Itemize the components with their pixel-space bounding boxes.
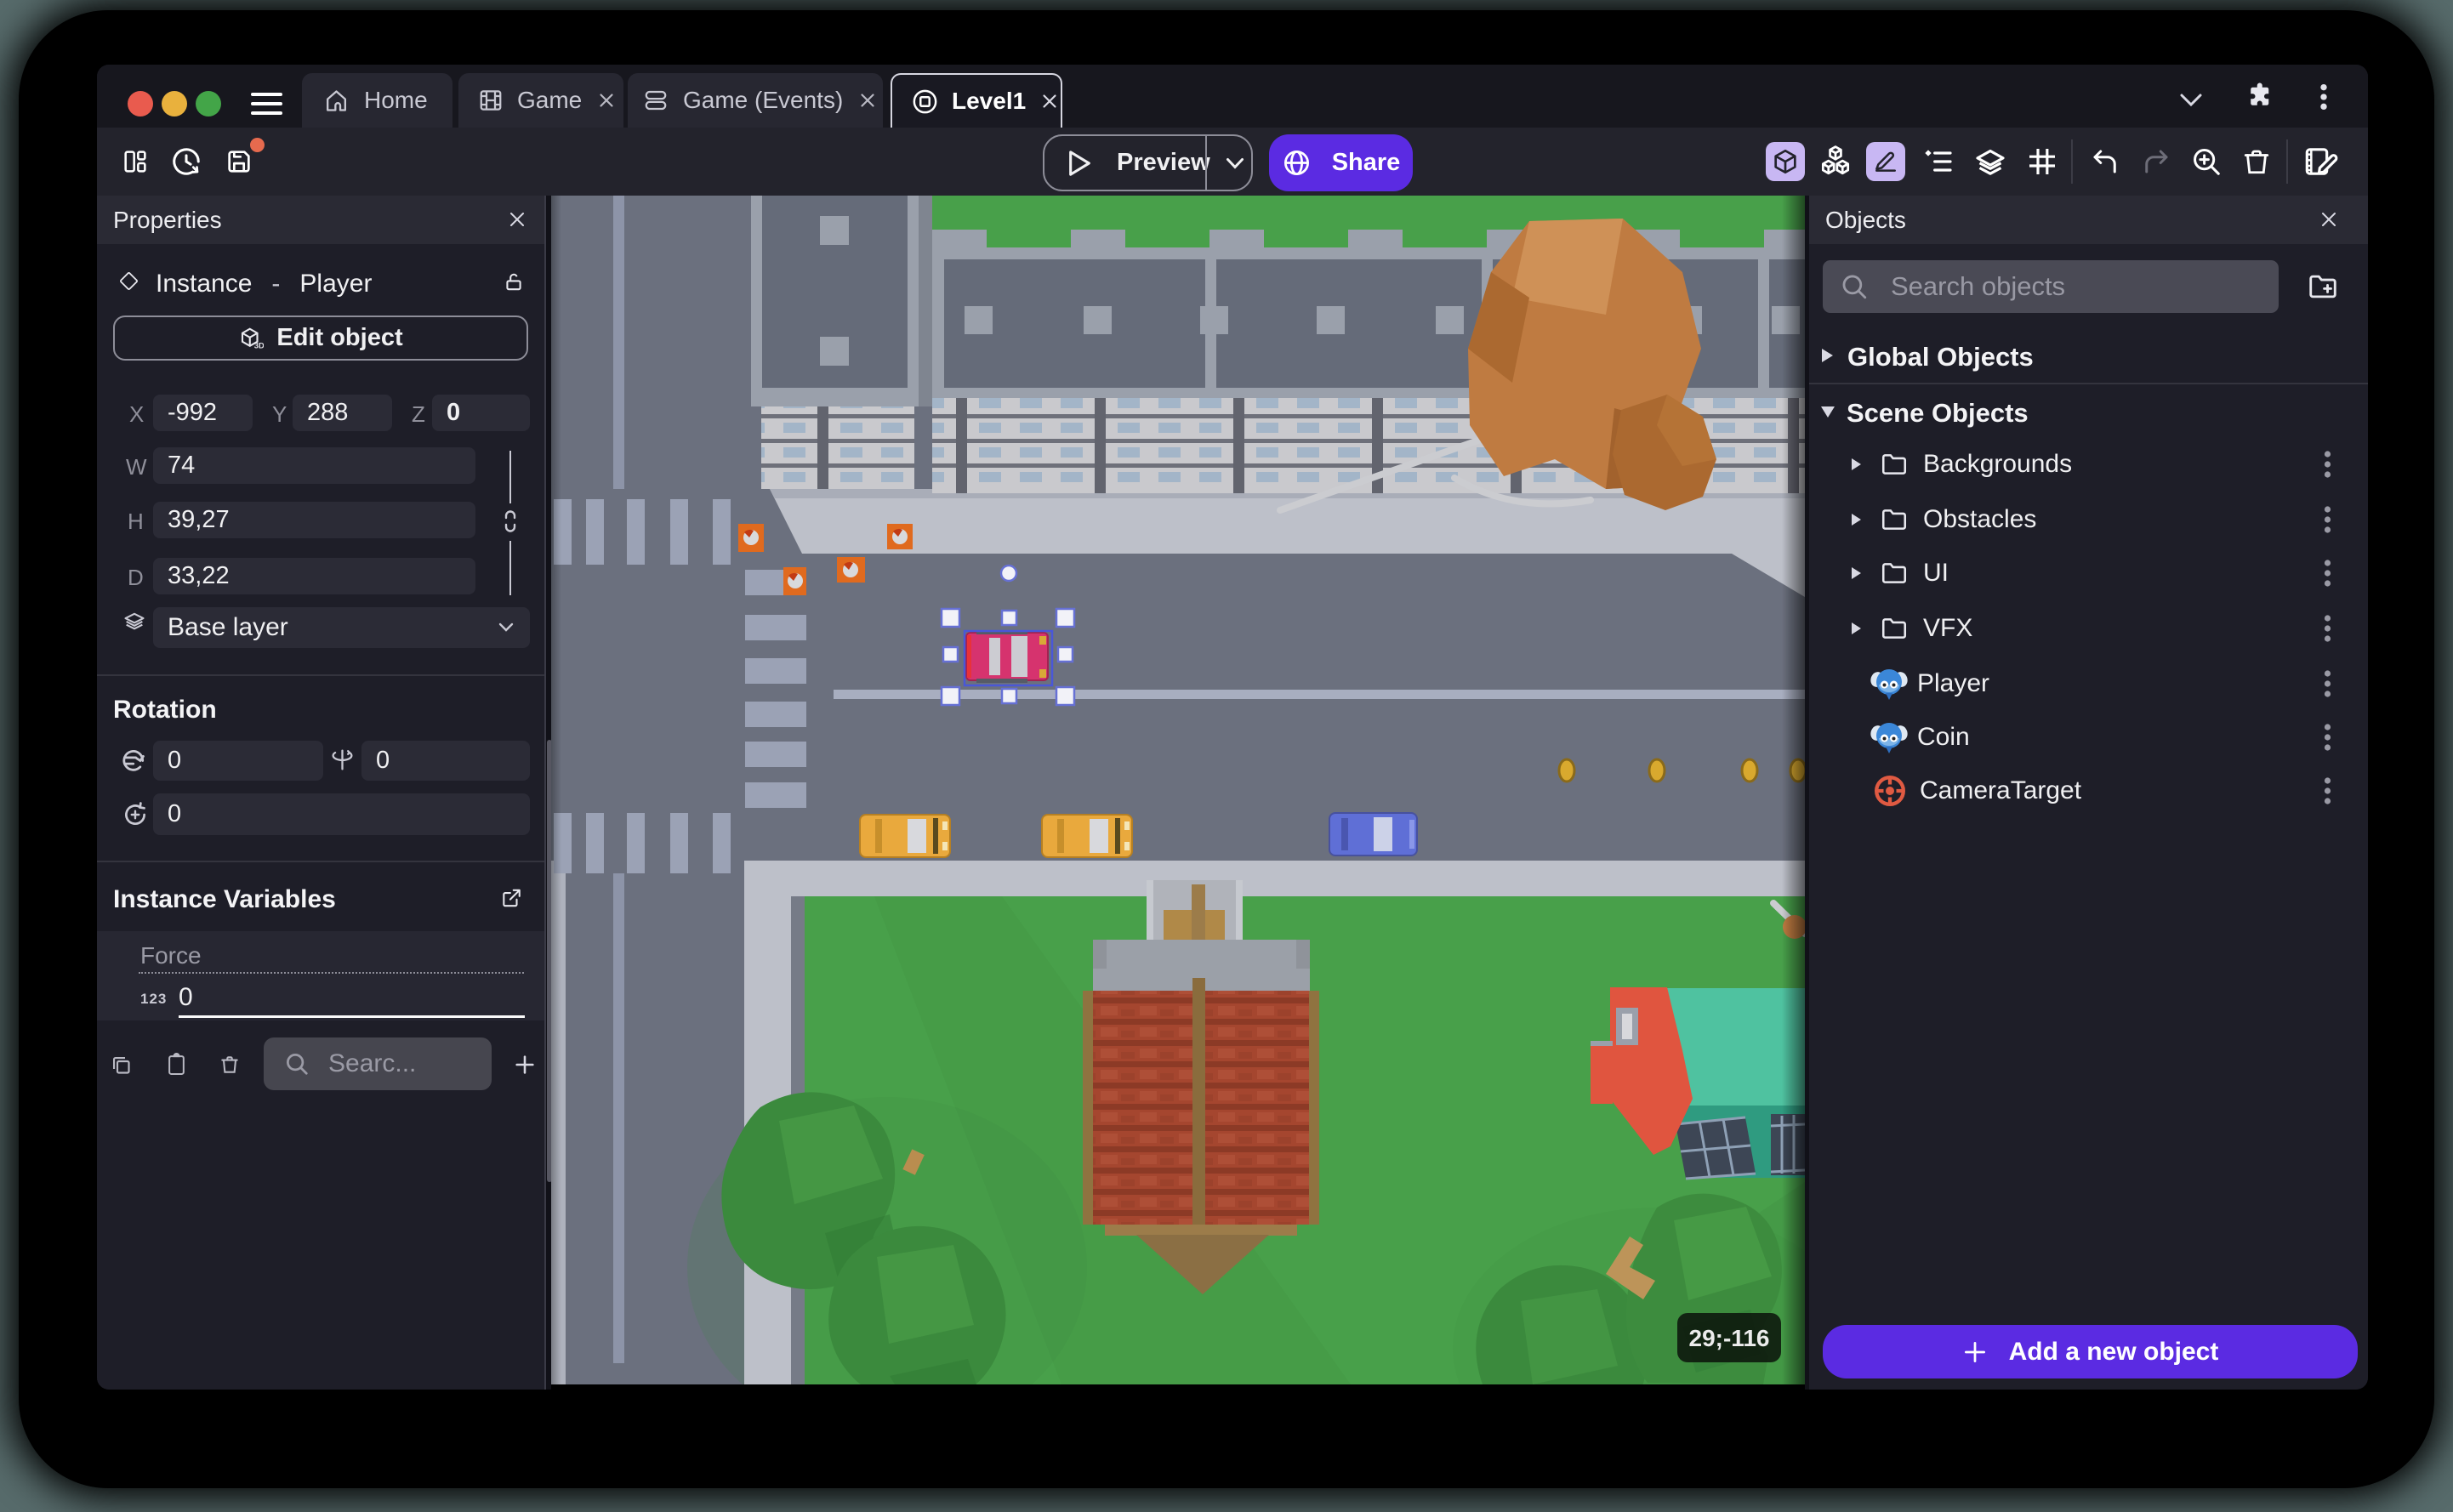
svg-text:3D: 3D — [254, 341, 264, 350]
svg-text:29;-116: 29;-116 — [1689, 1325, 1770, 1351]
